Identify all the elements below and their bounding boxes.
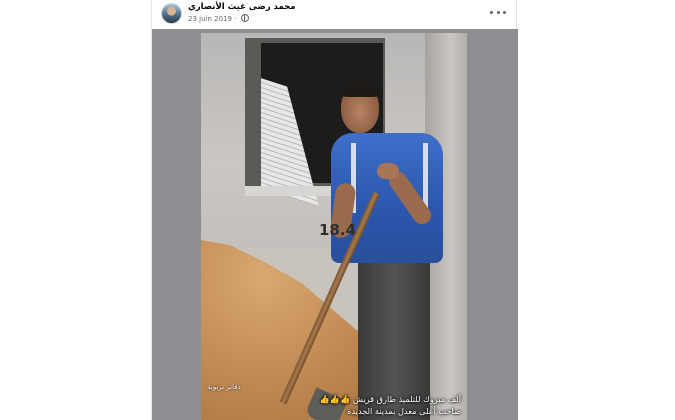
author-name[interactable]: محمد رضى غيث الأنصاري	[188, 2, 296, 12]
author-avatar[interactable]	[161, 3, 182, 24]
photo-watermark: 18.4	[319, 221, 357, 239]
more-dot-icon	[503, 10, 506, 14]
post-card: محمد رضى غيث الأنصاري 23 juin 2019 · 18.…	[151, 0, 518, 420]
globe-icon	[240, 14, 249, 22]
photo-caption-line-2: صاحب أعلى معدل بمدينة الجديدة	[347, 406, 461, 416]
post-media[interactable]: 18.4 دفاتر تربوية ألف مبروك للتلميذ طارق…	[152, 29, 518, 420]
more-dot-icon	[490, 10, 493, 14]
person-hair	[340, 83, 380, 97]
photo-caption-line-1: ألف مبروك للتلميذ طارق قريش 👍👍👍	[319, 394, 461, 404]
post-meta: 23 juin 2019 ·	[188, 14, 249, 23]
more-options-button[interactable]	[490, 6, 506, 18]
post-date[interactable]: 23 juin 2019	[188, 15, 232, 23]
photo-credit: دفاتر تربوية	[207, 383, 241, 391]
post-photo[interactable]: 18.4 دفاتر تربوية ألف مبروك للتلميذ طارق…	[201, 33, 467, 420]
meta-separator: ·	[234, 15, 237, 23]
person-hand	[377, 163, 399, 179]
more-dot-icon	[496, 10, 500, 14]
post-header: محمد رضى غيث الأنصاري 23 juin 2019 ·	[152, 0, 518, 29]
